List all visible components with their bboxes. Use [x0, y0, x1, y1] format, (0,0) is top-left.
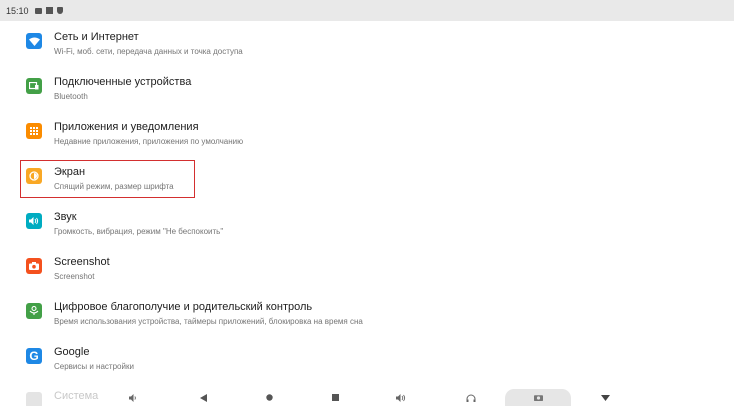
apps-icon — [26, 123, 42, 139]
status-bar: 15:10 — [0, 0, 734, 21]
item-title: Screenshot — [54, 256, 110, 268]
settings-item-devices[interactable]: Подключенные устройства Bluetooth — [0, 66, 734, 110]
item-subtitle: Время использования устройства, таймеры … — [54, 317, 363, 326]
settings-item-network[interactable]: Сеть и Интернет Wi-Fi, моб. сети, переда… — [0, 21, 734, 65]
volume-down-icon — [129, 393, 136, 402]
back-button[interactable] — [183, 389, 223, 406]
headphones-button[interactable] — [451, 389, 491, 406]
item-title: Google — [54, 346, 90, 358]
recents-icon — [331, 394, 339, 401]
google-icon: G — [26, 348, 42, 364]
item-subtitle: Bluetooth — [54, 92, 88, 101]
system-icon — [26, 392, 42, 406]
wifi-icon — [26, 33, 42, 49]
status-time: 15:10 — [6, 5, 29, 16]
settings-item-apps[interactable]: Приложения и уведомления Недавние прилож… — [0, 111, 734, 155]
volume-icon — [26, 213, 42, 229]
settings-item-wellbeing[interactable]: Цифровое благополучие и родительский кон… — [0, 291, 734, 335]
screenshot-icon — [533, 395, 543, 401]
home-button[interactable] — [249, 389, 289, 406]
wellbeing-icon — [26, 303, 42, 319]
item-title: Звук — [54, 211, 77, 223]
back-icon — [199, 393, 207, 402]
item-subtitle: Недавние приложения, приложения по умолч… — [54, 137, 244, 146]
devices-icon — [26, 78, 42, 94]
headphones-icon — [466, 394, 476, 402]
volume-down-button[interactable] — [113, 389, 153, 406]
item-subtitle: Wi-Fi, моб. сети, передача данных и точк… — [54, 47, 243, 56]
volume-up-button[interactable] — [381, 389, 421, 406]
item-title: Цифровое благополучие и родительский кон… — [54, 301, 313, 313]
volume-up-icon — [396, 393, 406, 402]
screenshot-button[interactable] — [505, 389, 571, 406]
brightness-icon — [26, 168, 42, 184]
settings-item-screenshot[interactable]: Screenshot Screenshot — [0, 246, 734, 290]
notification-icon — [45, 7, 53, 14]
hide-nav-button[interactable] — [585, 389, 625, 406]
settings-item-google[interactable]: G Google Сервисы и настройки — [0, 336, 734, 380]
item-subtitle: Громкость, вибрация, режим "Не беспокоит… — [54, 227, 224, 236]
item-title: Приложения и уведомления — [54, 121, 199, 133]
item-title: Сеть и Интернет — [54, 31, 139, 43]
navigation-bar — [95, 389, 655, 406]
recents-button[interactable] — [315, 389, 355, 406]
settings-item-display[interactable]: Экран Спящий режим, размер шрифта — [0, 156, 734, 200]
item-subtitle: Сервисы и настройки — [54, 362, 134, 371]
camera-icon — [26, 258, 42, 274]
home-icon — [265, 394, 273, 401]
item-subtitle: Screenshot — [54, 272, 95, 281]
shield-icon — [56, 7, 63, 14]
item-title: Экран — [54, 166, 86, 178]
item-subtitle: Спящий режим, размер шрифта — [54, 182, 174, 191]
settings-item-sound[interactable]: Звук Громкость, вибрация, режим "Не бесп… — [0, 201, 734, 245]
item-title: Подключенные устройства — [54, 76, 192, 88]
hide-nav-icon — [600, 394, 610, 401]
item-title: Система — [54, 390, 99, 402]
message-notification-icon — [34, 7, 42, 14]
